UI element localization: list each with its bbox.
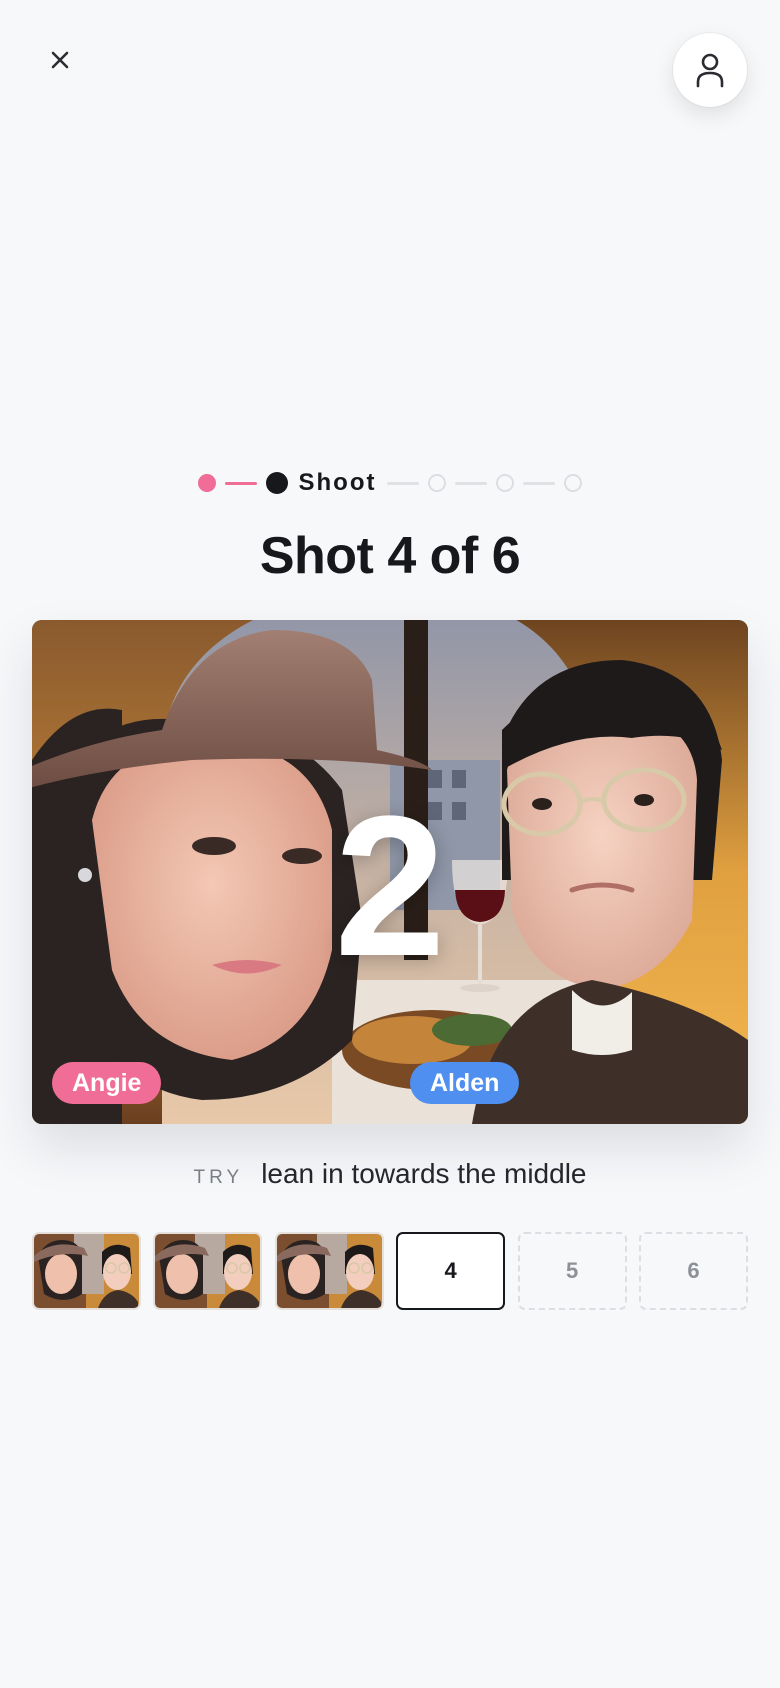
- shot-slot-current[interactable]: 4: [396, 1232, 506, 1310]
- shot-thumbnail-3[interactable]: [274, 1232, 384, 1310]
- shot-thumbnail-1[interactable]: [32, 1232, 141, 1310]
- participant-label-left: Angie: [52, 1062, 162, 1104]
- shot-thumbnail-2[interactable]: [153, 1232, 263, 1310]
- close-icon: [51, 51, 69, 69]
- step-dot-upcoming: [428, 474, 447, 492]
- page-title: Shot 4 of 6: [259, 527, 521, 585]
- step-connector: [455, 481, 488, 485]
- step-dot-upcoming: [496, 474, 515, 492]
- step-connector: [523, 481, 556, 485]
- camera-preview: 2 Angie Alden: [32, 620, 748, 1124]
- countdown-number: 2: [334, 775, 446, 998]
- progress-stepper: Shoot: [0, 469, 780, 496]
- shot-preview-image: [34, 1234, 139, 1308]
- shot-thumbnails: 4 5 6: [32, 1232, 748, 1310]
- shot-preview-image: [155, 1234, 261, 1308]
- step-label-current: Shoot: [298, 469, 377, 496]
- step-dot-complete: [197, 474, 216, 492]
- shot-preview-image: [276, 1234, 382, 1308]
- step-dot-upcoming: [564, 474, 583, 492]
- participant-label-right: Alden: [410, 1062, 520, 1104]
- user-icon: [696, 53, 724, 88]
- shot-slot-empty[interactable]: 5: [517, 1232, 627, 1310]
- tip-text: lean in towards the middle: [261, 1158, 587, 1189]
- step-connector: [224, 481, 257, 485]
- pose-tip: TRY lean in towards the middle: [0, 1158, 780, 1190]
- tip-prefix: TRY: [193, 1167, 244, 1188]
- close-button[interactable]: [38, 38, 82, 82]
- shot-slot-empty[interactable]: 6: [638, 1232, 748, 1310]
- step-dot-current: [265, 472, 288, 494]
- profile-button[interactable]: [673, 33, 747, 107]
- step-connector: [387, 481, 420, 485]
